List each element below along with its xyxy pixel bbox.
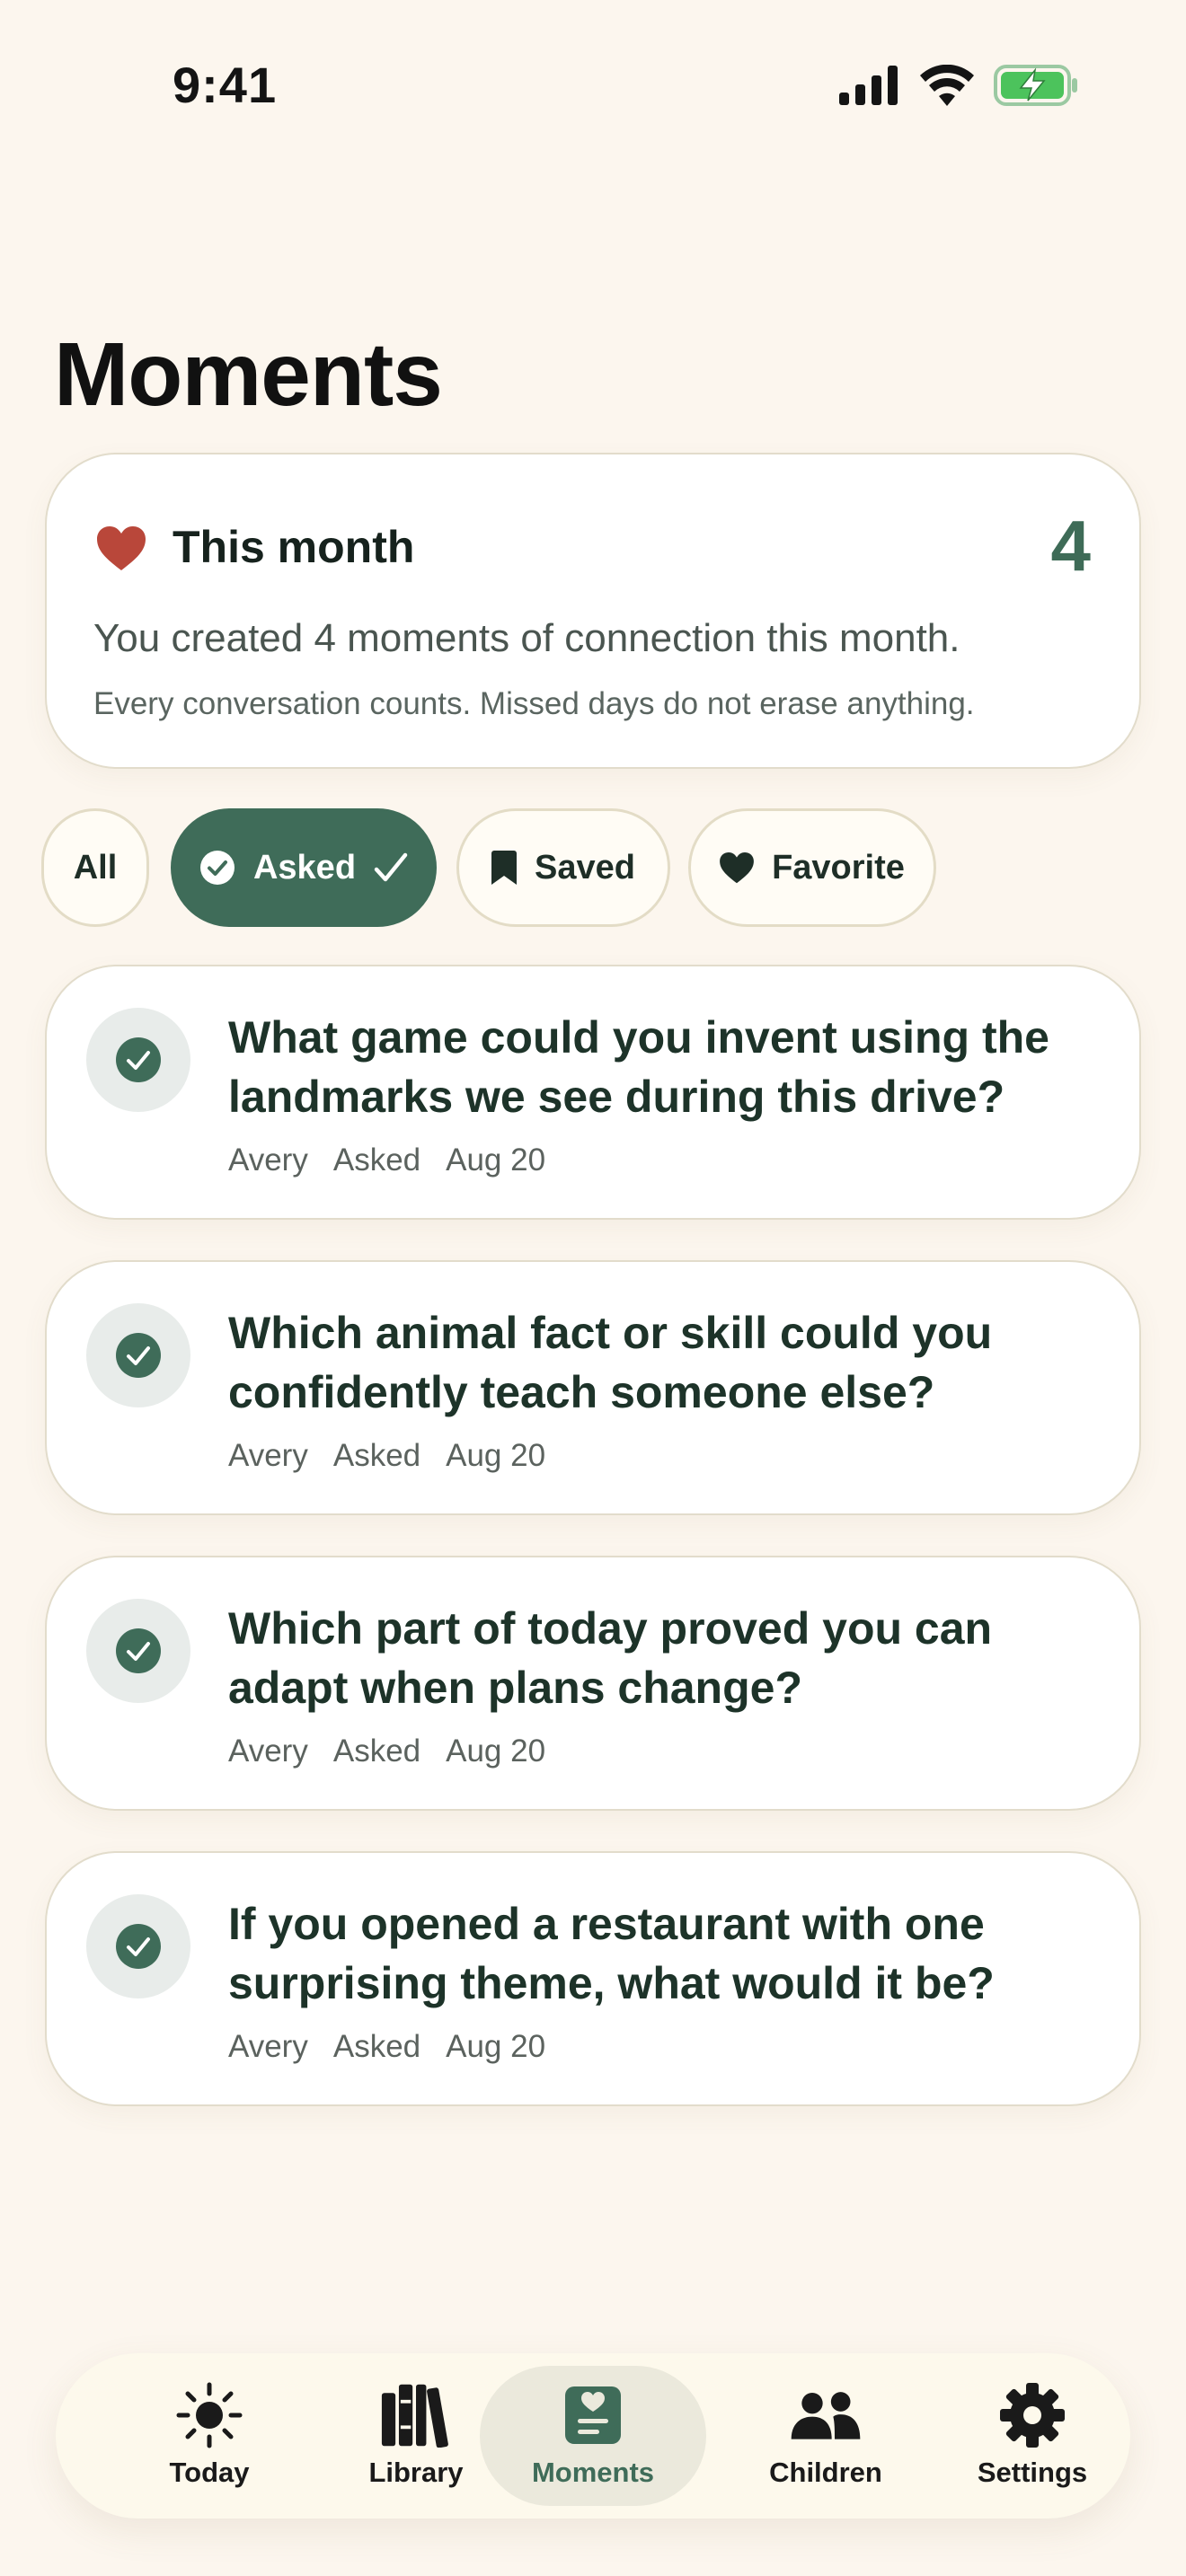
monthly-summary-card: This month 4 You created 4 moments of co…: [45, 453, 1141, 769]
tab-today[interactable]: Today: [106, 2366, 313, 2506]
moment-card[interactable]: If you opened a restaurant with one surp…: [45, 1851, 1141, 2106]
moment-question: Which part of today proved you can adapt…: [228, 1603, 993, 1713]
gear-icon: [996, 2383, 1068, 2448]
check-circle-icon: [116, 1037, 161, 1082]
moment-date: Aug 20: [446, 1734, 546, 1769]
filter-asked-chip[interactable]: Asked: [171, 808, 437, 927]
moment-card[interactable]: Which part of today proved you can adapt…: [45, 1556, 1141, 1811]
asked-status-icon: [86, 1894, 190, 1998]
moment-child: Avery: [228, 1142, 308, 1178]
tab-settings[interactable]: Settings: [929, 2366, 1136, 2506]
moment-child: Avery: [228, 1734, 308, 1769]
asked-status-icon: [86, 1008, 190, 1112]
battery-charging-icon: [994, 65, 1077, 106]
moment-meta: Avery Asked Aug 20: [228, 1438, 545, 1474]
page-title: Moments: [54, 324, 443, 425]
moment-date: Aug 20: [446, 2029, 546, 2064]
summary-title: This month: [173, 522, 415, 572]
tab-label: Today: [169, 2457, 250, 2488]
summary-text: You created 4 moments of connection this…: [93, 616, 960, 660]
tab-label: Moments: [531, 2457, 655, 2488]
tab-label: Settings: [977, 2457, 1088, 2488]
moment-status: Asked: [332, 1142, 421, 1178]
status-icons: [839, 65, 1078, 106]
check-circle-icon: [116, 1333, 161, 1378]
check-circle-icon: [116, 1924, 161, 1969]
people-icon: [790, 2383, 862, 2448]
moment-date: Aug 20: [446, 1142, 546, 1178]
sun-icon: [173, 2382, 245, 2448]
bookmark-icon: [491, 851, 518, 885]
moment-status: Asked: [332, 2029, 421, 2064]
tab-label: Children: [769, 2457, 882, 2488]
check-circle-icon: [116, 1628, 161, 1673]
journal-heart-icon: [557, 2383, 629, 2448]
moment-meta: Avery Asked Aug 20: [228, 1142, 545, 1178]
moment-child: Avery: [228, 1438, 308, 1473]
cellular-signal-icon: [839, 66, 898, 105]
filter-label: Favorite: [772, 848, 905, 887]
tab-bar: Today Library Moments Children Settings: [56, 2353, 1130, 2519]
moment-status: Asked: [332, 1734, 421, 1769]
summary-count: 4: [1050, 506, 1092, 586]
moment-meta: Avery Asked Aug 20: [228, 1734, 545, 1769]
checkmark-icon: [374, 852, 408, 882]
filter-label: Asked: [252, 848, 357, 887]
heart-icon: [720, 851, 754, 883]
filter-label: All: [73, 848, 118, 887]
moment-date: Aug 20: [446, 1438, 546, 1473]
books-icon: [380, 2383, 452, 2448]
moment-card[interactable]: Which animal fact or skill could you con…: [45, 1260, 1141, 1515]
moment-card[interactable]: What game could you invent using the lan…: [45, 965, 1141, 1220]
filter-all-chip[interactable]: All: [41, 808, 149, 927]
tab-children[interactable]: Children: [722, 2366, 929, 2506]
filter-label: Saved: [535, 848, 635, 887]
moment-question: If you opened a restaurant with one surp…: [228, 1899, 995, 2008]
asked-status-icon: [86, 1599, 190, 1703]
check-circle-icon: [199, 851, 235, 885]
filter-favorite-chip[interactable]: Favorite: [688, 808, 936, 927]
status-time: 9:41: [173, 57, 278, 113]
tab-moments[interactable]: Moments: [480, 2366, 706, 2506]
moment-child: Avery: [228, 2029, 308, 2064]
moment-question: What game could you invent using the lan…: [228, 1012, 1049, 1122]
tab-label: Library: [368, 2457, 464, 2488]
filter-saved-chip[interactable]: Saved: [456, 808, 670, 927]
status-bar: 9:41: [0, 0, 1186, 171]
moment-status: Asked: [332, 1438, 421, 1473]
asked-status-icon: [86, 1303, 190, 1407]
wifi-icon: [920, 65, 974, 106]
moment-question: Which animal fact or skill could you con…: [228, 1308, 993, 1417]
summary-note: Every conversation counts. Missed days d…: [93, 686, 975, 721]
moment-meta: Avery Asked Aug 20: [228, 2029, 545, 2065]
heart-icon: [97, 526, 146, 570]
